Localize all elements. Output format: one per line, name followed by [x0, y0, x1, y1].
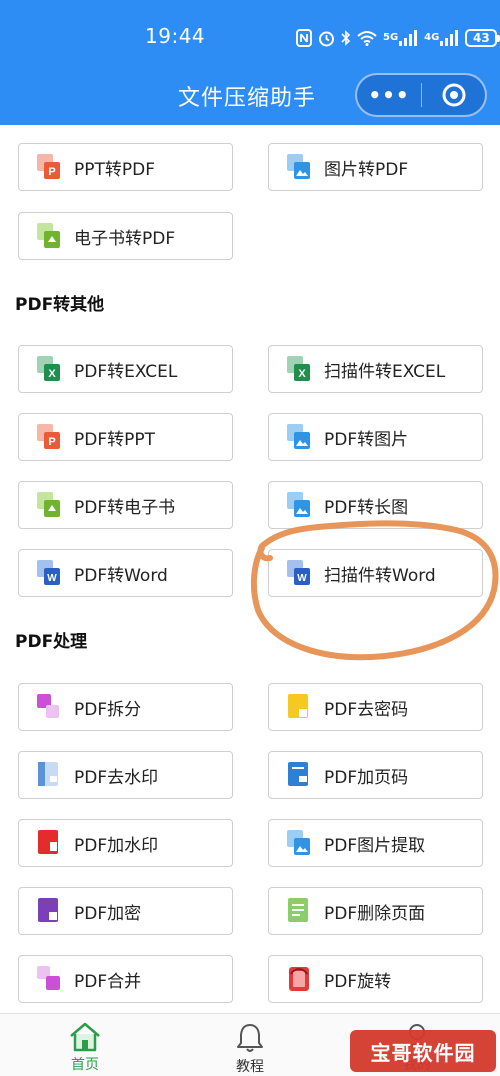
unlock-icon	[288, 694, 308, 718]
battery-indicator: 43	[465, 29, 500, 47]
image-icon	[287, 492, 310, 517]
pdf-delete-page-button[interactable]: PDF删除页面	[268, 887, 483, 935]
excel-icon: X	[37, 356, 60, 381]
pdf-image-extract-button[interactable]: PDF图片提取	[268, 819, 483, 867]
excel-icon: X	[287, 356, 310, 381]
pdf-encrypt-button[interactable]: PDF加密	[18, 887, 233, 935]
svg-text:P: P	[48, 166, 55, 178]
ebook-to-pdf-button[interactable]: 电子书转PDF	[18, 212, 233, 260]
signal-4g-icon: 4G	[424, 30, 459, 46]
pdf-to-word-button[interactable]: W PDF转Word	[18, 549, 233, 597]
ebook-icon	[37, 492, 60, 517]
svg-text:X: X	[298, 368, 306, 380]
app-header: 19:44 5G 4G 43 文件压缩助手 •••	[0, 0, 500, 125]
pdf-to-ebook-button[interactable]: PDF转电子书	[18, 481, 233, 529]
bell-icon	[237, 1024, 263, 1052]
bluetooth-icon	[341, 29, 351, 47]
pdf-add-watermark-button[interactable]: PDF加水印	[18, 819, 233, 867]
pdf-to-excel-button[interactable]: X PDF转EXCEL	[18, 345, 233, 393]
word-icon: W	[287, 560, 310, 585]
close-button[interactable]	[422, 75, 485, 115]
pdf-split-button[interactable]: PDF拆分	[18, 683, 233, 731]
pdf-rotate-button[interactable]: PDF旋转	[268, 955, 483, 1003]
nfc-icon	[296, 29, 312, 47]
rotate-icon	[289, 967, 309, 991]
pdf-remove-watermark-button[interactable]: PDF去水印	[18, 751, 233, 799]
svg-text:P: P	[48, 436, 55, 448]
merge-icon	[37, 966, 60, 990]
more-button[interactable]: •••	[357, 75, 421, 115]
scan-to-excel-button[interactable]: X 扫描件转EXCEL	[268, 345, 483, 393]
svg-text:X: X	[48, 368, 56, 380]
pdf-to-ppt-button[interactable]: P PDF转PPT	[18, 413, 233, 461]
image-icon	[287, 154, 310, 179]
page-number-icon	[288, 762, 308, 786]
status-icons: 5G 4G 43	[296, 26, 500, 50]
pdf-to-image-button[interactable]: PDF转图片	[268, 413, 483, 461]
app-title: 文件压缩助手	[178, 86, 317, 111]
delete-page-icon	[288, 898, 308, 922]
pdf-to-long-image-button[interactable]: PDF转长图	[268, 481, 483, 529]
home-icon	[70, 1022, 100, 1052]
word-icon: W	[37, 560, 60, 585]
nav-tutorial[interactable]: 教程	[205, 1014, 295, 1076]
image-extract-icon	[287, 830, 310, 855]
pdf-remove-password-button[interactable]: PDF去密码	[268, 683, 483, 731]
ppt-icon: P	[37, 154, 60, 179]
lock-icon	[38, 898, 58, 922]
scan-to-word-button[interactable]: W 扫描件转Word	[268, 549, 483, 597]
tool-list: P PPT转PDF 图片转PDF 电子书转PDF PDF转其他 X PDF转EX…	[0, 125, 500, 1013]
section-title-pdf-to-other: PDF转其他	[15, 295, 105, 315]
ebook-icon	[37, 223, 60, 248]
svg-text:W: W	[297, 573, 307, 584]
pdf-add-page-number-button[interactable]: PDF加页码	[268, 751, 483, 799]
status-time: 19:44	[145, 24, 206, 48]
wifi-icon	[357, 30, 377, 46]
alarm-icon	[318, 30, 335, 47]
status-bar: 19:44 5G 4G 43	[0, 0, 500, 70]
svg-text:W: W	[47, 573, 57, 584]
pdf-merge-button[interactable]: PDF合并	[18, 955, 233, 1003]
add-watermark-icon	[38, 830, 58, 854]
ppt-to-pdf-button[interactable]: P PPT转PDF	[18, 143, 233, 191]
split-icon	[37, 694, 59, 718]
section-title-pdf-processing: PDF处理	[15, 632, 88, 652]
ppt-icon: P	[37, 424, 60, 449]
nav-home[interactable]: 首页	[40, 1014, 130, 1076]
signal-5g-icon: 5G	[383, 30, 418, 46]
image-to-pdf-button[interactable]: 图片转PDF	[268, 143, 483, 191]
remove-watermark-icon	[38, 762, 58, 786]
image-icon	[287, 424, 310, 449]
site-watermark: 宝哥软件园	[350, 1030, 496, 1072]
mini-program-capsule: •••	[355, 73, 487, 117]
target-icon	[442, 83, 465, 107]
